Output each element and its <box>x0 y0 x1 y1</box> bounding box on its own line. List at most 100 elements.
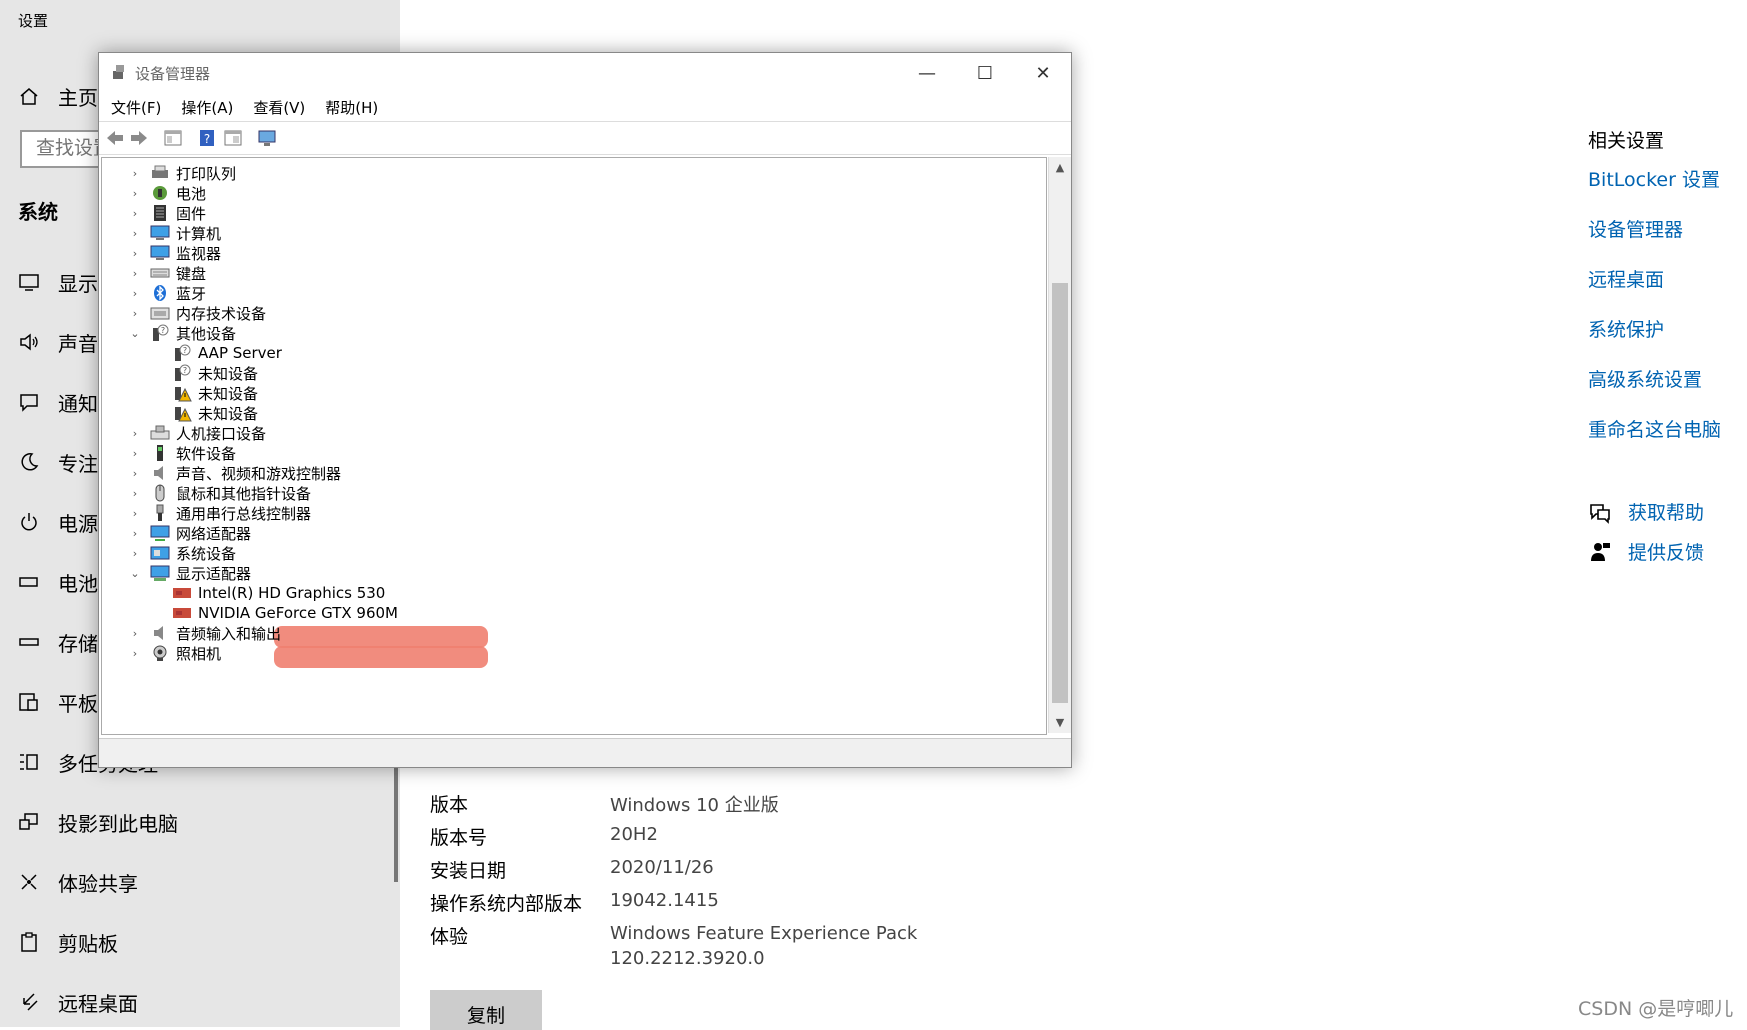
tree-node-monitors[interactable]: › 监视器 <box>128 242 221 264</box>
tree-node-unknown-device[interactable]: ? 未知设备 <box>150 362 258 384</box>
link-system-protection[interactable]: 系统保护 <box>1588 315 1721 365</box>
tree-node-label: 显示适配器 <box>176 564 252 583</box>
nav-clipboard[interactable]: 剪贴板 <box>18 922 118 962</box>
link-remote-desktop[interactable]: 远程桌面 <box>1588 265 1721 315</box>
forward-arrow-icon[interactable] <box>129 128 149 148</box>
sidebar-scrollbar[interactable] <box>394 766 398 882</box>
menu-file[interactable]: 文件(F) <box>111 97 161 118</box>
expander[interactable]: › <box>128 527 142 540</box>
scroll-up-arrow-icon[interactable]: ▲ <box>1049 161 1071 174</box>
view-pane-icon[interactable] <box>223 128 243 148</box>
tree-node-mice[interactable]: › 鼠标和其他指针设备 <box>128 482 311 504</box>
nav-project[interactable]: 投影到此电脑 <box>18 802 178 842</box>
get-help-link[interactable]: 获取帮助 <box>1588 498 1704 525</box>
tree-node-display-adapters[interactable]: ⌄ 显示适配器 <box>128 562 251 584</box>
svg-text:?: ? <box>183 366 187 375</box>
expander[interactable]: › <box>128 487 142 500</box>
scroll-down-arrow-icon[interactable]: ▼ <box>1049 716 1071 729</box>
info-value-edition: Windows 10 企业版 <box>610 795 779 816</box>
multitask-icon <box>20 754 38 770</box>
minimize-button[interactable]: — <box>899 53 955 93</box>
nav-shared-experiences[interactable]: 体验共享 <box>18 862 138 902</box>
maximize-button[interactable]: ☐ <box>957 53 1013 93</box>
help-book-icon[interactable]: ? <box>197 128 217 148</box>
related-settings: 相关设置 BitLocker 设置 设备管理器 远程桌面 系统保护 高级系统设置… <box>1588 126 1721 465</box>
expander[interactable]: › <box>128 307 142 320</box>
tree-node-software-devices[interactable]: › 软件设备 <box>128 442 236 464</box>
status-bar <box>99 738 1071 767</box>
expander[interactable]: › <box>128 227 142 240</box>
tree-node-cameras[interactable]: › 照相机 <box>128 642 221 664</box>
tree-node-audio-io[interactable]: › 音频输入和输出 <box>128 622 281 644</box>
tree-node-hid[interactable]: › 人机接口设备 <box>128 422 266 444</box>
expander[interactable]: › <box>128 267 142 280</box>
tree-node-computer[interactable]: › 计算机 <box>128 222 221 244</box>
feedback-link[interactable]: 提供反馈 <box>1588 538 1704 565</box>
display-adapter-icon <box>150 565 170 581</box>
tree-node-batteries[interactable]: › 电池 <box>128 182 206 204</box>
expander[interactable]: › <box>128 547 142 560</box>
expander[interactable]: ⌄ <box>128 327 142 340</box>
device-tree: › 打印队列 › 电池 › 固件 › 计算机 › 监视器 › 键盘 › 蓝牙 › 内存技术设备 … <box>101 157 1047 735</box>
tree-node-bluetooth[interactable]: › 蓝牙 <box>128 282 206 304</box>
nav-remote-desktop[interactable]: 远程桌面 <box>18 982 138 1022</box>
feedback-person-icon <box>1591 542 1610 561</box>
scan-hardware-icon[interactable] <box>257 128 277 148</box>
tree-node-memory-tech[interactable]: › 内存技术设备 <box>128 302 266 324</box>
vertical-scrollbar[interactable]: ▲ ▼ <box>1048 157 1071 733</box>
expander[interactable]: › <box>128 187 142 200</box>
title-bar[interactable]: 设备管理器 — ☐ ✕ <box>99 53 1071 93</box>
nav-display[interactable]: 显示 <box>18 262 98 302</box>
tree-node-nvidia-graphics[interactable]: NVIDIA GeForce GTX 960M <box>150 602 398 624</box>
link-rename-pc[interactable]: 重命名这台电脑 <box>1588 415 1721 465</box>
monitor-icon <box>150 245 170 260</box>
expander[interactable]: › <box>128 207 142 220</box>
menu-action[interactable]: 操作(A) <box>181 97 233 118</box>
menu-help[interactable]: 帮助(H) <box>325 97 378 118</box>
tree-node-system-devices[interactable]: › 系统设备 <box>128 542 236 564</box>
expander[interactable]: › <box>128 427 142 440</box>
nav-sound[interactable]: 声音 <box>18 322 98 362</box>
back-arrow-icon[interactable] <box>105 128 125 148</box>
tree-node-unknown-device[interactable]: 未知设备 <box>150 382 258 404</box>
expander[interactable]: › <box>128 507 142 520</box>
tree-node-sound-video[interactable]: › 声音、视频和游戏控制器 <box>128 462 341 484</box>
link-advanced-settings[interactable]: 高级系统设置 <box>1588 365 1721 415</box>
warning-device-icon <box>175 387 192 402</box>
link-device-manager[interactable]: 设备管理器 <box>1588 215 1721 265</box>
svg-text:?: ? <box>161 326 165 335</box>
tree-node-print-queues[interactable]: › 打印队列 <box>128 162 236 184</box>
section-heading: 系统 <box>18 200 58 224</box>
close-button[interactable]: ✕ <box>1015 53 1071 93</box>
tree-node-keyboards[interactable]: › 键盘 <box>128 262 206 284</box>
expander[interactable]: › <box>128 247 142 260</box>
graphics-card-icon <box>173 608 191 618</box>
expander[interactable]: › <box>128 447 142 460</box>
tree-node-aap-server[interactable]: ? AAP Server <box>150 342 282 364</box>
menu-bar: 文件(F) 操作(A) 查看(V) 帮助(H) <box>99 93 1071 121</box>
nav-home[interactable]: 主页 <box>18 76 98 116</box>
expander[interactable]: › <box>128 167 142 180</box>
tree-node-other-devices[interactable]: ⌄? 其他设备 <box>128 322 236 344</box>
expander[interactable]: › <box>128 627 142 640</box>
expander[interactable]: › <box>128 467 142 480</box>
highlight-mark <box>274 626 488 648</box>
tree-node-unknown-device[interactable]: 未知设备 <box>150 402 258 424</box>
tree-node-firmware[interactable]: › 固件 <box>128 202 206 224</box>
menu-view[interactable]: 查看(V) <box>253 97 305 118</box>
expander[interactable]: › <box>128 647 142 660</box>
nav-storage[interactable]: 存储 <box>18 622 98 662</box>
copy-button[interactable]: 复制 <box>430 990 542 1030</box>
nav-battery[interactable]: 电池 <box>18 562 98 602</box>
scroll-thumb[interactable] <box>1052 283 1068 703</box>
expander[interactable]: ⌄ <box>128 567 142 580</box>
power-icon <box>21 513 37 531</box>
tree-node-intel-graphics[interactable]: Intel(R) HD Graphics 530 <box>150 582 385 604</box>
expander[interactable]: › <box>128 287 142 300</box>
tree-node-usb[interactable]: › 通用串行总线控制器 <box>128 502 311 524</box>
properties-icon[interactable] <box>163 128 183 148</box>
get-help-label: 获取帮助 <box>1628 502 1705 524</box>
window-title: 设备管理器 <box>135 65 211 83</box>
link-bitlocker[interactable]: BitLocker 设置 <box>1588 165 1721 215</box>
tree-node-network-adapters[interactable]: › 网络适配器 <box>128 522 251 544</box>
